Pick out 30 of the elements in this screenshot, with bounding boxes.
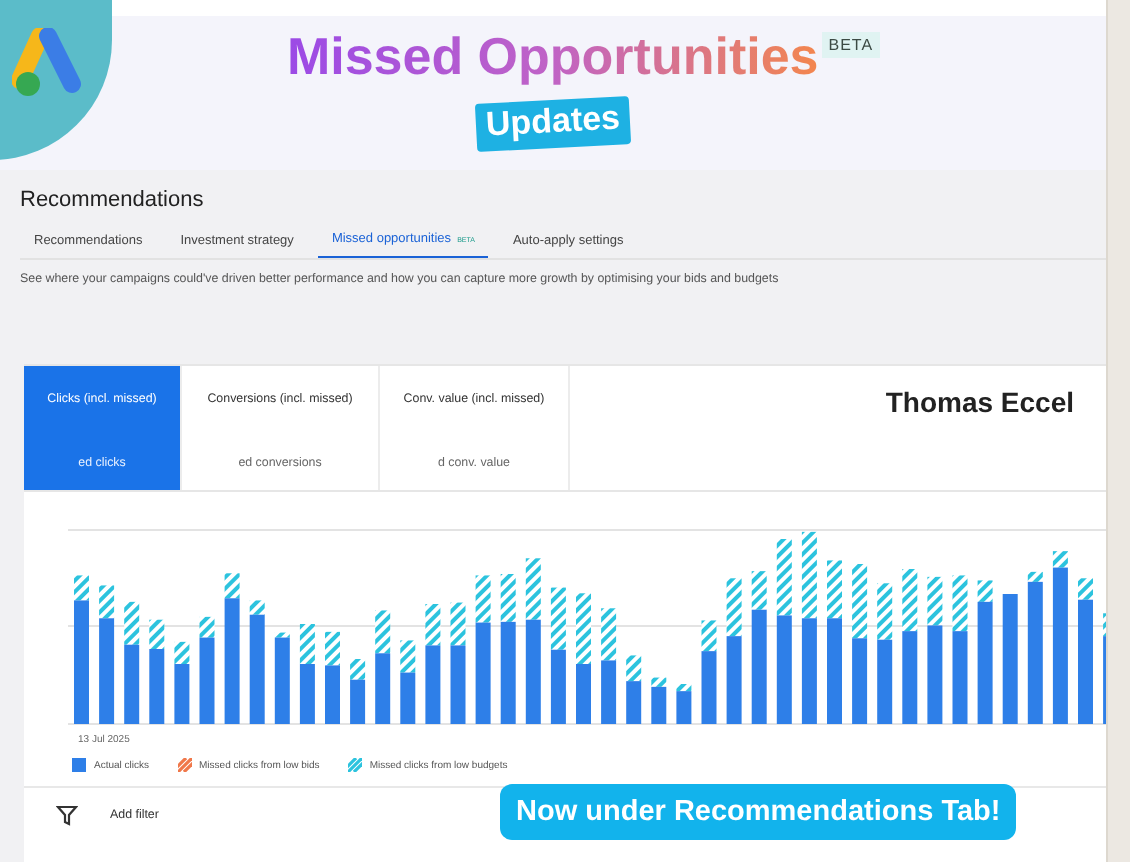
stacked-bar <box>550 587 566 724</box>
stacked-bar <box>400 640 416 724</box>
stacked-bar <box>174 641 190 724</box>
stacked-bar <box>425 604 441 724</box>
stacked-bar <box>1002 594 1018 724</box>
stacked-bar <box>626 655 642 724</box>
stacked-bar <box>877 583 893 724</box>
stacked-bar <box>676 684 692 724</box>
stacked-bar <box>124 601 140 724</box>
stacked-bar <box>450 602 466 724</box>
page-heading: Recommendations <box>20 188 206 212</box>
stacked-bar <box>651 677 667 724</box>
stacked-bar <box>249 600 265 724</box>
stacked-bar <box>199 616 215 724</box>
stacked-bar <box>375 610 391 724</box>
author-name: Thomas Eccel <box>885 386 1074 418</box>
updates-badge: Updates <box>474 96 632 152</box>
filter-icon <box>56 804 78 826</box>
stacked-bar <box>601 608 617 724</box>
stacked-bar <box>576 593 591 724</box>
stacked-bar <box>977 580 993 724</box>
stacked-bar <box>701 620 717 724</box>
stacked-bar <box>350 659 366 724</box>
beta-badge: BETA <box>822 32 880 58</box>
stacked-bar <box>299 624 315 724</box>
stacked-bar <box>149 619 165 724</box>
stacked-bar <box>325 631 340 724</box>
callout-banner: Now under Recommendations Tab! <box>500 784 1017 840</box>
stacked-bar <box>99 585 115 724</box>
stacked-bar <box>274 632 290 724</box>
